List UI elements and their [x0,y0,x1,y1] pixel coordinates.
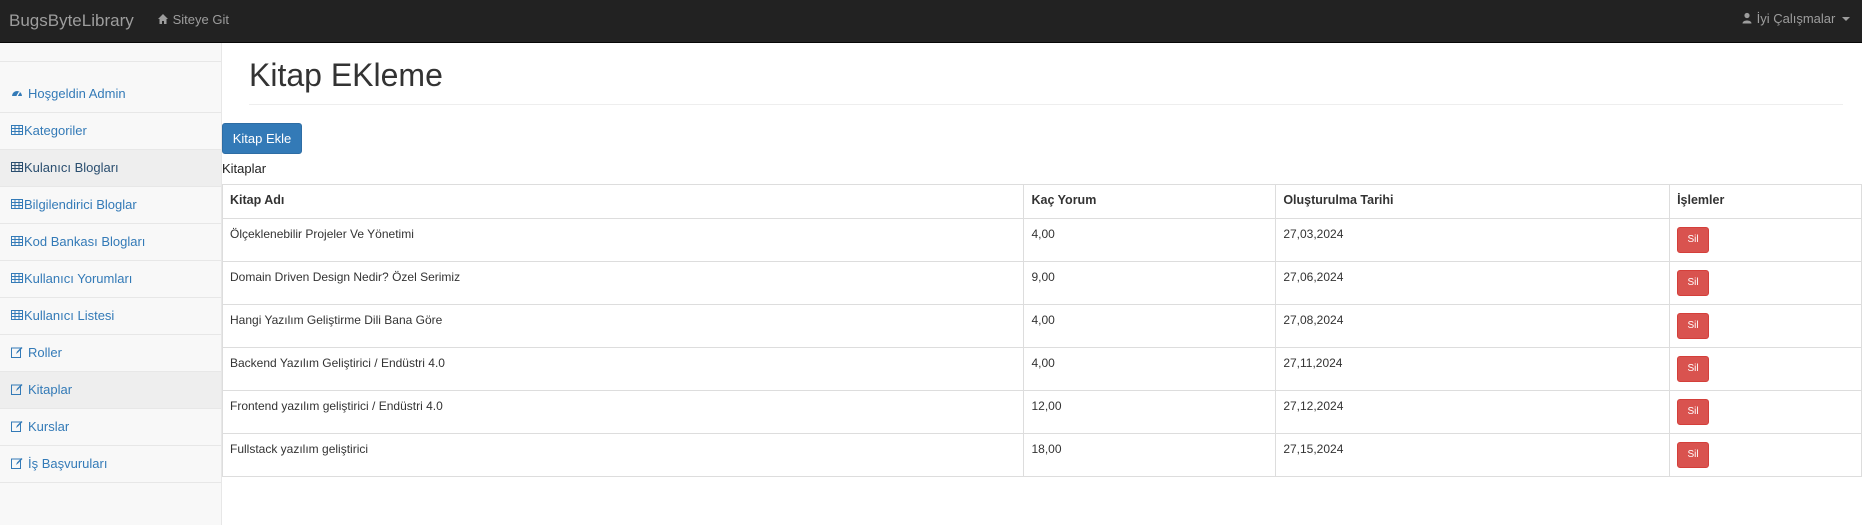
delete-button[interactable]: Sil [1677,227,1710,253]
page-title: Kitap EKleme [249,57,443,93]
created-date: 27,03,2024 [1275,218,1671,262]
delete-button[interactable]: Sil [1677,399,1710,425]
actions-cell: Sil [1669,347,1862,391]
comment-count: 9,00 [1023,261,1277,305]
sidebar-item-label: Kod Bankası Blogları [24,234,146,249]
edit-icon [11,347,23,358]
sidebar-item-kurslar[interactable]: Kurslar [0,409,221,446]
brand-link[interactable]: BugsByteLibrary [9,11,134,31]
sidebar-item-label: Kullanıcı Listesi [24,308,115,323]
user-menu[interactable]: İyi Çalışmalar [1741,11,1850,26]
table-row: Frontend yazılım geliştirici / Endüstri … [221,390,1862,434]
caret-down-icon [1842,17,1850,21]
user-menu-label: İyi Çalışmalar [1756,11,1836,26]
table-row: Fullstack yazılım geliştirici 18,00 27,1… [221,433,1862,477]
top-navbar: BugsByteLibrary Siteye Git İyi Çalışmala… [0,0,1862,43]
home-icon [158,14,168,24]
created-date: 27,06,2024 [1275,261,1671,305]
actions-cell: Sil [1669,433,1862,477]
sidebar-item-is-basvurulari[interactable]: İş Başvuruları [0,446,221,483]
created-date: 27,12,2024 [1275,390,1671,434]
main-content: Kitap EKleme Kitap Ekle Kitaplar Kitap A… [221,43,1862,525]
edit-icon [11,421,23,432]
table-icon [11,273,23,283]
add-book-button[interactable]: Kitap Ekle [222,123,302,154]
dashboard-icon [12,91,22,97]
table-row: Ölçeklenebilir Projeler Ve Yönetimi 4,00… [221,218,1862,262]
delete-button[interactable]: Sil [1677,313,1710,339]
sidebar-item-kategoriler[interactable]: Kategoriler [0,113,221,150]
table-icon [11,125,23,135]
book-name: Frontend yazılım geliştirici / Endüstri … [221,390,1025,434]
table-icon [11,236,23,246]
comment-count: 18,00 [1023,433,1277,477]
table-icon [11,310,23,320]
table-header-row: Kitap Adı Kaç Yorum Oluşturulma Tarihi İ… [221,184,1862,219]
sidebar-item-kod-bankasi-bloglari[interactable]: Kod Bankası Blogları [0,224,221,261]
site-link-label: Siteye Git [172,12,229,27]
sidebar-item-label: Kulanıcı Blogları [24,160,119,175]
actions-cell: Sil [1669,390,1862,434]
actions-cell: Sil [1669,218,1862,262]
edit-icon [11,384,23,395]
sidebar-item-label: Kurslar [28,419,70,434]
table-icon [11,162,23,172]
book-name: Ölçeklenebilir Projeler Ve Yönetimi [221,218,1025,262]
user-icon [1742,12,1752,24]
sidebar-item-label: Hoşgeldin Admin [28,86,126,101]
book-name: Hangi Yazılım Geliştirme Dili Bana Göre [221,304,1025,348]
table-caption: Kitaplar [222,161,267,176]
site-link[interactable]: Siteye Git [157,12,229,27]
sidebar-item-hosgeldin-admin[interactable]: Hoşgeldin Admin [0,76,221,113]
edit-icon [11,458,23,469]
column-header-book-name: Kitap Adı [221,184,1025,219]
created-date: 27,15,2024 [1275,433,1671,477]
table-icon [11,199,23,209]
table-row: Domain Driven Design Nedir? Özel Serimiz… [221,261,1862,305]
sidebar-item-label: Kullanıcı Yorumları [24,271,133,286]
actions-cell: Sil [1669,304,1862,348]
sidebar-item-label: Kitaplar [28,382,73,397]
delete-button[interactable]: Sil [1677,356,1710,382]
comment-count: 4,00 [1023,347,1277,391]
table-row: Backend Yazılım Geliştirici / Endüstri 4… [221,347,1862,391]
sidebar-item-kitaplar[interactable]: Kitaplar [0,372,221,409]
books-table: Kitap Adı Kaç Yorum Oluşturulma Tarihi İ… [221,184,1862,477]
sidebar-item-label: Kategoriler [24,123,87,138]
column-header-created-date: Oluşturulma Tarihi [1275,184,1671,219]
book-name: Domain Driven Design Nedir? Özel Serimiz [221,261,1025,305]
sidebar-search-area [0,43,221,62]
column-header-comment-count: Kaç Yorum [1023,184,1277,219]
delete-button[interactable]: Sil [1677,270,1710,296]
sidebar-item-label: Bilgilendirici Bloglar [24,197,137,212]
sidebar-item-label: Roller [28,345,62,360]
comment-count: 12,00 [1023,390,1277,434]
book-name: Fullstack yazılım geliştirici [221,433,1025,477]
sidebar-item-roller[interactable]: Roller [0,335,221,372]
comment-count: 4,00 [1023,304,1277,348]
title-divider [249,104,1843,105]
book-name: Backend Yazılım Geliştirici / Endüstri 4… [221,347,1025,391]
column-header-actions: İşlemler [1669,184,1862,219]
sidebar: Hoşgeldin Admin Kategoriler Kulanıcı Blo… [0,43,222,525]
created-date: 27,11,2024 [1275,347,1671,391]
sidebar-menu: Hoşgeldin Admin Kategoriler Kulanıcı Blo… [0,62,221,483]
table-row: Hangi Yazılım Geliştirme Dili Bana Göre … [221,304,1862,348]
delete-button[interactable]: Sil [1677,442,1710,468]
sidebar-item-kullanici-yorumlari[interactable]: Kullanıcı Yorumları [0,261,221,298]
created-date: 27,08,2024 [1275,304,1671,348]
actions-cell: Sil [1669,261,1862,305]
sidebar-item-kulanici-bloglari[interactable]: Kulanıcı Blogları [0,150,221,187]
comment-count: 4,00 [1023,218,1277,262]
sidebar-item-bilgilendirici-bloglar[interactable]: Bilgilendirici Bloglar [0,187,221,224]
sidebar-item-kullanici-listesi[interactable]: Kullanıcı Listesi [0,298,221,335]
sidebar-item-label: İş Başvuruları [28,456,108,471]
